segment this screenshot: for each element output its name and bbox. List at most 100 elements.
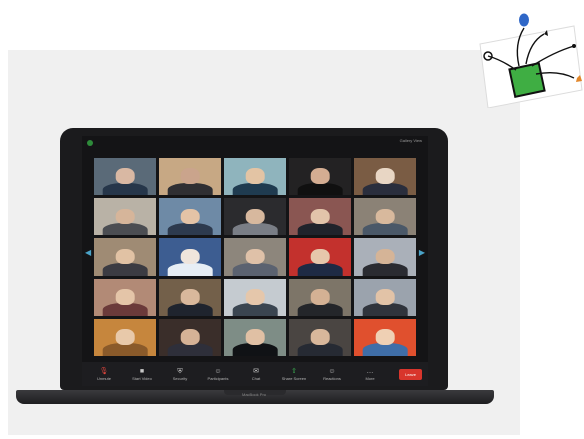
participant-head [180, 248, 200, 265]
participant-body [297, 262, 343, 276]
security-status-icon [87, 140, 93, 146]
participant-head [375, 168, 395, 185]
toolbar-button-label: Participants [207, 375, 229, 381]
participant-body [362, 222, 408, 236]
gallery-view-button[interactable]: Gallery View [400, 138, 422, 143]
participant-body [232, 182, 278, 196]
participant-body [167, 303, 213, 316]
toolbar-button-label: Security [172, 375, 188, 381]
share-button[interactable]: ⇧ Share Screen [278, 368, 310, 381]
chat-icon: ✉ [253, 367, 259, 375]
toolbar-button-label: Chat [251, 375, 261, 381]
more-button[interactable]: … More [354, 368, 386, 381]
participant-video-tile[interactable] [94, 198, 156, 236]
participant-head [245, 289, 265, 305]
participant-video-tile[interactable] [289, 238, 351, 276]
participant-video-tile[interactable] [354, 278, 416, 316]
participant-head [310, 289, 330, 305]
toolbar-button-label: Reactions [323, 375, 341, 381]
participant-head [310, 329, 330, 345]
participant-body [362, 262, 408, 276]
participant-video-tile[interactable] [224, 198, 286, 236]
participant-video-tile[interactable] [94, 278, 156, 316]
reactions-button[interactable]: ☺ Reactions [316, 368, 348, 381]
participant-body [232, 343, 278, 356]
participant-head [310, 168, 330, 185]
participant-body [167, 343, 213, 356]
participant-video-tile[interactable] [354, 198, 416, 236]
participant-video-tile[interactable] [94, 238, 156, 276]
leave-meeting-button[interactable]: Leave [399, 368, 422, 380]
participant-video-tile[interactable] [159, 238, 221, 276]
participant-video-tile[interactable] [94, 158, 156, 196]
participant-head [115, 168, 135, 185]
participant-body [102, 262, 148, 276]
participant-gallery [94, 158, 416, 356]
participant-head [115, 208, 135, 225]
party-box-logo [479, 13, 583, 108]
participant-body [297, 303, 343, 316]
participant-head [180, 208, 200, 225]
participant-head [245, 329, 265, 345]
participant-head [180, 168, 200, 185]
participants-icon: ☺ [214, 367, 222, 375]
participant-head [245, 208, 265, 225]
participant-head [310, 248, 330, 265]
participant-video-tile[interactable] [94, 318, 156, 356]
participant-video-tile[interactable] [289, 198, 351, 236]
participant-body [362, 182, 408, 196]
camera-button[interactable]: ■ Start Video [126, 368, 158, 381]
participants-button[interactable]: ☺ Participants [202, 368, 234, 381]
microphone-icon: 🎙 [99, 367, 109, 375]
toolbar-button-label: Share Screen [281, 375, 307, 381]
shield-button[interactable]: ⛨ Security [164, 368, 196, 381]
chat-button[interactable]: ✉ Chat [240, 368, 272, 381]
participant-body [102, 222, 148, 236]
participant-body [362, 343, 408, 356]
participant-body [297, 182, 343, 196]
participant-video-tile[interactable] [354, 158, 416, 196]
participant-video-tile[interactable] [224, 158, 286, 196]
participant-video-tile[interactable] [159, 198, 221, 236]
participant-video-tile[interactable] [354, 318, 416, 356]
participant-head [115, 329, 135, 345]
participant-head [375, 289, 395, 305]
next-page-arrow-icon[interactable]: ▶ [419, 248, 425, 257]
participant-head [115, 289, 135, 305]
participant-body [232, 222, 278, 236]
participant-head [180, 329, 200, 345]
participant-body [102, 303, 148, 316]
participant-video-tile[interactable] [289, 318, 351, 356]
participant-video-tile[interactable] [224, 238, 286, 276]
participant-head [375, 208, 395, 225]
camera-icon: ■ [139, 367, 145, 375]
participant-head [375, 329, 395, 345]
participant-body [362, 303, 408, 316]
participant-video-tile[interactable] [289, 158, 351, 196]
toolbar-button-label: More [365, 375, 375, 381]
shield-icon: ⛨ [177, 367, 183, 375]
meeting-toolbar: 🎙 Unmute ■ Start Video ⛨ Security ☺ Participant… [82, 362, 428, 386]
participant-video-tile[interactable] [159, 318, 221, 356]
participant-head [115, 248, 135, 265]
participant-head [310, 208, 330, 225]
participant-video-tile[interactable] [289, 278, 351, 316]
participant-video-tile[interactable] [354, 238, 416, 276]
participant-body [167, 262, 213, 276]
participant-video-tile[interactable] [159, 278, 221, 316]
participant-head [180, 289, 200, 305]
microphone-button[interactable]: 🎙 Unmute [88, 368, 120, 381]
participant-body [232, 262, 278, 276]
participant-video-tile[interactable] [224, 278, 286, 316]
participant-head [245, 248, 265, 265]
participant-video-tile[interactable] [224, 318, 286, 356]
participant-video-tile[interactable] [159, 158, 221, 196]
toolbar-button-label: Start Video [132, 375, 152, 381]
participant-head [375, 248, 395, 265]
participant-body [232, 303, 278, 316]
participant-body [297, 343, 343, 356]
share-icon: ⇧ [291, 367, 297, 375]
previous-page-arrow-icon[interactable]: ◀ [85, 248, 91, 257]
participant-body [102, 182, 148, 196]
participant-body [297, 222, 343, 236]
